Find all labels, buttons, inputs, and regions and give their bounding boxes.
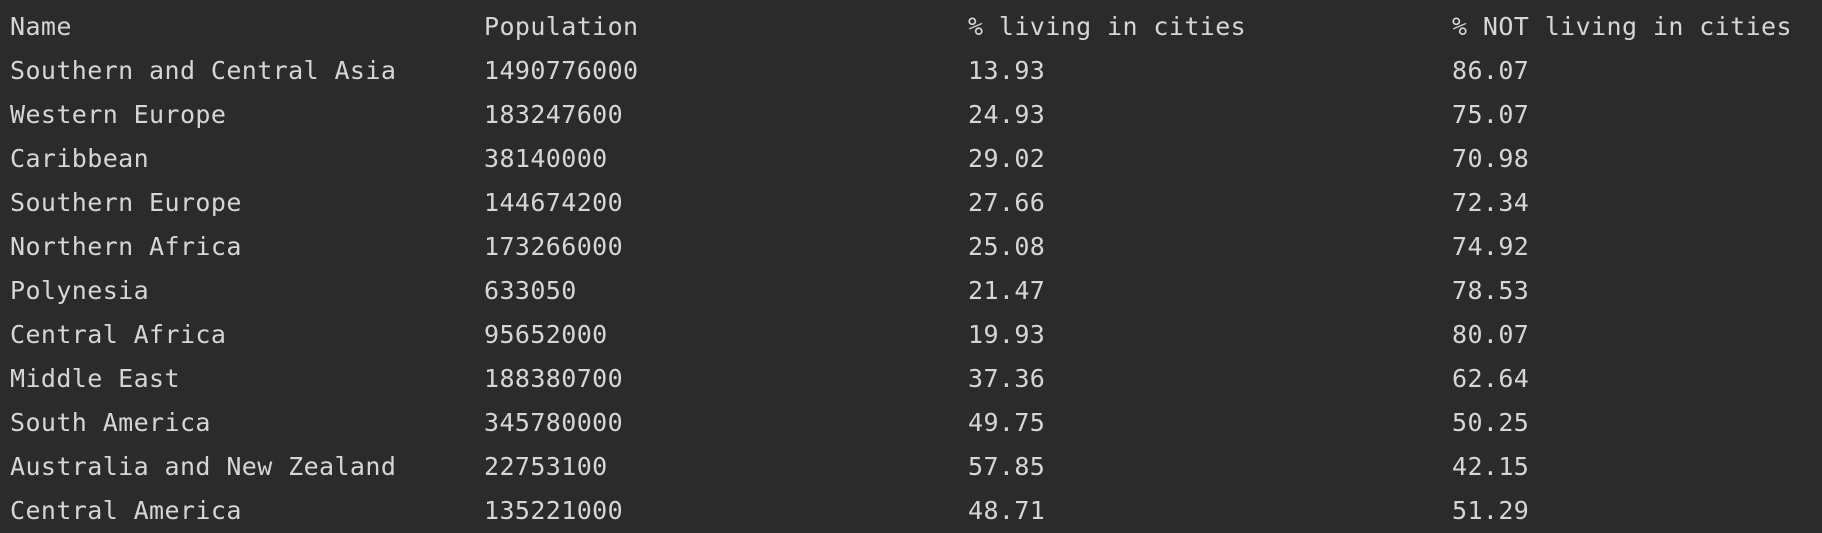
cell-percent-not-cities: 72.34 bbox=[1452, 188, 1530, 217]
console-output: Name Population % living in cities % NOT… bbox=[0, 0, 1822, 532]
table-row: Central Africa 95652000 19.93 80.07 bbox=[0, 313, 1822, 357]
cell-percent-cities: 24.93 bbox=[968, 100, 1046, 129]
cell-name: South America bbox=[10, 408, 211, 437]
cell-percent-cities: 29.02 bbox=[968, 144, 1046, 173]
cell-population: 95652000 bbox=[484, 320, 608, 349]
cell-name: Middle East bbox=[10, 364, 180, 393]
cell-name: Caribbean bbox=[10, 144, 150, 173]
cell-population: 144674200 bbox=[484, 188, 624, 217]
cell-name: Central America bbox=[10, 496, 242, 525]
cell-percent-not-cities: 62.64 bbox=[1452, 364, 1530, 393]
cell-percent-not-cities: 74.92 bbox=[1452, 232, 1530, 261]
column-header-name: Name bbox=[10, 12, 72, 41]
cell-name: Northern Africa bbox=[10, 232, 242, 261]
table-row: Australia and New Zealand 22753100 57.85… bbox=[0, 445, 1822, 489]
column-header-population: Population bbox=[484, 12, 639, 41]
cell-percent-cities: 57.85 bbox=[968, 452, 1046, 481]
table-row: Southern and Central Asia 1490776000 13.… bbox=[0, 49, 1822, 93]
cell-population: 345780000 bbox=[484, 408, 624, 437]
cell-percent-cities: 27.66 bbox=[968, 188, 1046, 217]
cell-population: 22753100 bbox=[484, 452, 608, 481]
cell-percent-not-cities: 75.07 bbox=[1452, 100, 1530, 129]
table-row: Central America 135221000 48.71 51.29 bbox=[0, 489, 1822, 533]
cell-population: 38140000 bbox=[484, 144, 608, 173]
cell-percent-cities: 48.71 bbox=[968, 496, 1046, 525]
cell-population: 1490776000 bbox=[484, 56, 639, 85]
cell-population: 183247600 bbox=[484, 100, 624, 129]
cell-percent-cities: 49.75 bbox=[968, 408, 1046, 437]
header-row: Name Population % living in cities % NOT… bbox=[0, 5, 1822, 49]
table-row: South America 345780000 49.75 50.25 bbox=[0, 401, 1822, 445]
cell-name: Polynesia bbox=[10, 276, 150, 305]
column-header-percent-not-cities: % NOT living in cities bbox=[1452, 12, 1792, 41]
cell-population: 173266000 bbox=[484, 232, 624, 261]
cell-name: Central Africa bbox=[10, 320, 227, 349]
cell-percent-not-cities: 78.53 bbox=[1452, 276, 1530, 305]
cell-percent-not-cities: 50.25 bbox=[1452, 408, 1530, 437]
cell-name: Australia and New Zealand bbox=[10, 452, 397, 481]
cell-percent-not-cities: 80.07 bbox=[1452, 320, 1530, 349]
table-row: Caribbean 38140000 29.02 70.98 bbox=[0, 137, 1822, 181]
table-row: Middle East 188380700 37.36 62.64 bbox=[0, 357, 1822, 401]
cell-percent-cities: 13.93 bbox=[968, 56, 1046, 85]
table-row: Northern Africa 173266000 25.08 74.92 bbox=[0, 225, 1822, 269]
cell-population: 188380700 bbox=[484, 364, 624, 393]
cell-name: Southern Europe bbox=[10, 188, 242, 217]
cell-percent-cities: 21.47 bbox=[968, 276, 1046, 305]
table-row: Southern Europe 144674200 27.66 72.34 bbox=[0, 181, 1822, 225]
cell-percent-cities: 19.93 bbox=[968, 320, 1046, 349]
cell-population: 633050 bbox=[484, 276, 577, 305]
table-row: Western Europe 183247600 24.93 75.07 bbox=[0, 93, 1822, 137]
cell-percent-cities: 25.08 bbox=[968, 232, 1046, 261]
cell-percent-cities: 37.36 bbox=[968, 364, 1046, 393]
cell-name: Western Europe bbox=[10, 100, 227, 129]
cell-percent-not-cities: 86.07 bbox=[1452, 56, 1530, 85]
cell-percent-not-cities: 42.15 bbox=[1452, 452, 1530, 481]
cell-population: 135221000 bbox=[484, 496, 624, 525]
cell-percent-not-cities: 51.29 bbox=[1452, 496, 1530, 525]
table-row: Polynesia 633050 21.47 78.53 bbox=[0, 269, 1822, 313]
column-header-percent-cities: % living in cities bbox=[968, 12, 1247, 41]
cell-percent-not-cities: 70.98 bbox=[1452, 144, 1530, 173]
cell-name: Southern and Central Asia bbox=[10, 56, 397, 85]
